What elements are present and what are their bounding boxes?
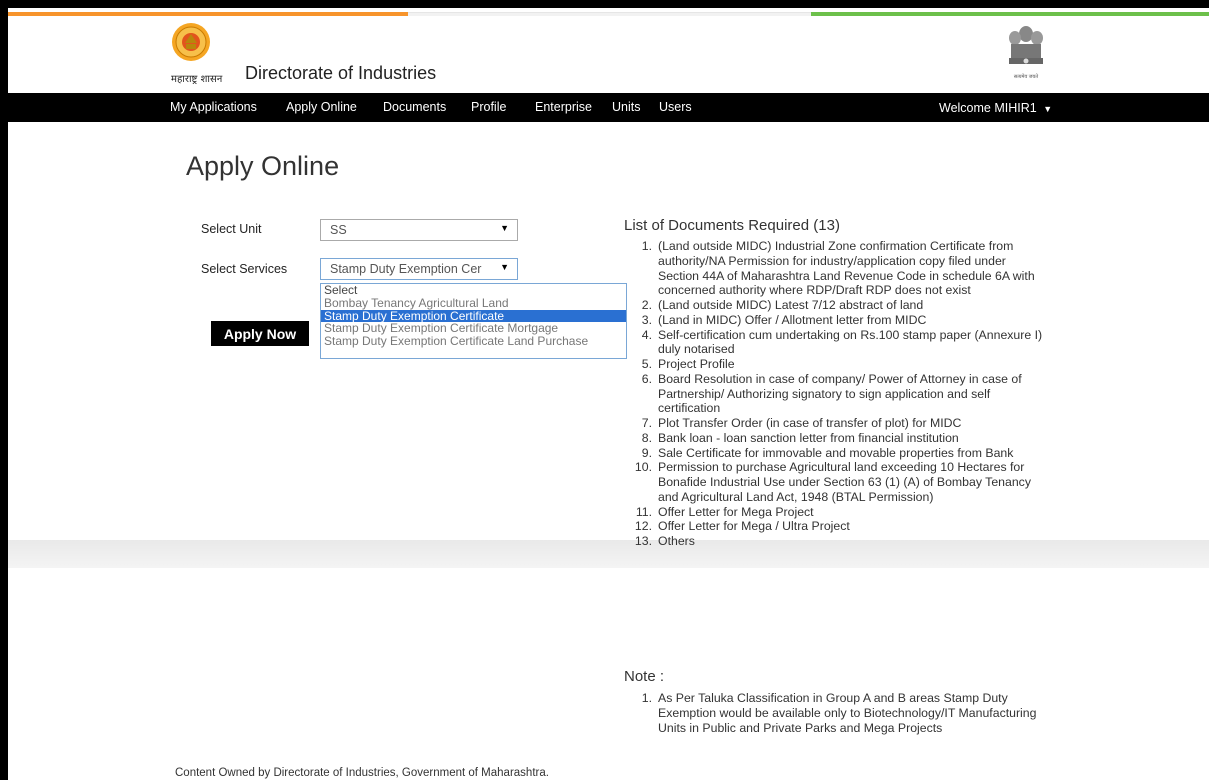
- document-item-text: Bank loan - loan sanction letter from fi…: [658, 430, 959, 445]
- document-item-text: Plot Transfer Order (in case of transfer…: [658, 416, 962, 430]
- welcome-label: Welcome MIHIR1: [939, 101, 1037, 115]
- services-option-select[interactable]: Select: [321, 284, 626, 297]
- document-item-text: (Land outside MIDC) Industrial Zone conf…: [658, 239, 1035, 298]
- document-item-number: 7.: [641, 416, 652, 430]
- unit-select-value: SS: [330, 223, 347, 237]
- document-item-text: Offer Letter for Mega / Ultra Project: [658, 519, 850, 534]
- document-item-number: 11.: [635, 504, 652, 519]
- maharashtra-seal-icon: [172, 23, 210, 61]
- document-item-number: 2.: [641, 298, 652, 312]
- document-item-number: 10.: [634, 460, 652, 475]
- services-option-stamp-duty-land-purchase[interactable]: Stamp Duty Exemption Certificate Land Pu…: [321, 335, 626, 348]
- document-item: 12. Offer Letter for Mega / Ultra Project: [624, 519, 1044, 534]
- note-heading: Note :: [624, 668, 665, 685]
- document-item-number: 5.: [641, 357, 652, 371]
- document-item-number: 13.: [634, 534, 652, 548]
- document-item-number: 8.: [641, 430, 652, 445]
- document-item-text: Project Profile: [658, 357, 735, 371]
- select-unit-label: Select Unit: [201, 222, 262, 236]
- caret-down-icon: ▼: [1043, 104, 1053, 114]
- user-menu[interactable]: Welcome MIHIR1 ▼: [939, 101, 1052, 115]
- emblem-caption: सत्यमेव जयते: [1013, 74, 1039, 80]
- dropdown-arrow-icon: ▼: [500, 262, 509, 272]
- nav-enterprise[interactable]: Enterprise: [535, 100, 592, 114]
- documents-heading: List of Documents Required (13): [624, 217, 840, 234]
- footer-text: Content Owned by Directorate of Industri…: [175, 767, 549, 779]
- nav-apply-online[interactable]: Apply Online: [286, 100, 357, 114]
- document-item-number: 6.: [641, 371, 652, 386]
- nav-my-applications[interactable]: My Applications: [170, 100, 257, 114]
- services-select[interactable]: Stamp Duty Exemption Cer ▼: [320, 258, 518, 280]
- document-item: 7. Plot Transfer Order (in case of transf…: [624, 416, 1044, 431]
- document-item-text: (Land outside MIDC) Latest 7/12 abstract…: [658, 298, 924, 312]
- document-item-number: 3.: [641, 312, 652, 327]
- document-item-number: 9.: [641, 445, 652, 460]
- document-item: 9. Sale Certificate for immovable and mov…: [624, 446, 1044, 461]
- document-item-text: Others: [658, 534, 695, 548]
- document-item: 8. Bank loan - loan sanction letter from …: [624, 431, 1044, 446]
- documents-list: 1. (Land outside MIDC) Industrial Zone co…: [624, 239, 1044, 549]
- apply-now-button[interactable]: Apply Now: [211, 321, 309, 346]
- services-select-value: Stamp Duty Exemption Cer: [330, 262, 482, 276]
- site-title[interactable]: Directorate of Industries: [245, 63, 436, 84]
- nav-documents[interactable]: Documents: [383, 100, 446, 114]
- document-item-text: Self-certification cum undertaking on Rs…: [658, 327, 1043, 357]
- select-services-label: Select Services: [201, 262, 288, 276]
- document-item: 10. Permission to purchase Agricultural l…: [624, 460, 1044, 504]
- top-navbar: My Applications Apply Online Documents P…: [8, 93, 1209, 122]
- unit-select[interactable]: SS ▼: [320, 219, 518, 241]
- tricolor-bar: [8, 8, 1209, 16]
- page-title: Apply Online: [186, 151, 340, 181]
- document-item-text: Offer Letter for Mega Project: [658, 504, 814, 519]
- page: महाराष्ट्र शासन Directorate of Industrie…: [8, 8, 1209, 780]
- document-item-number: 1.: [641, 239, 652, 253]
- nav-units[interactable]: Units: [612, 100, 640, 114]
- note-item-number: 1.: [641, 691, 652, 705]
- document-item: 3. (Land in MIDC) Offer / Allotment lette…: [624, 313, 1044, 328]
- note-item-text: As Per Taluka Classification in Group A …: [658, 691, 1037, 735]
- document-item-number: 4.: [641, 327, 652, 342]
- document-item-text: (Land in MIDC) Offer / Allotment letter …: [658, 312, 927, 327]
- document-item: 5. Project Profile: [624, 357, 1044, 372]
- document-item-text: Permission to purchase Agricultural land…: [658, 460, 1031, 504]
- document-item: 13. Others: [624, 534, 1044, 549]
- document-item-text: Board Resolution in case of company/ Pow…: [658, 371, 1022, 416]
- state-label: महाराष्ट्र शासन: [171, 74, 223, 85]
- document-item: 2. (Land outside MIDC) Latest 7/12 abstra…: [624, 298, 1044, 313]
- document-item: 4. Self-certification cum undertaking on …: [624, 328, 1044, 358]
- national-emblem-icon: [1009, 26, 1043, 64]
- document-item-number: 12.: [634, 519, 652, 534]
- document-item: 11. Offer Letter for Mega Project: [624, 505, 1044, 520]
- nav-users[interactable]: Users: [659, 100, 692, 114]
- nav-profile[interactable]: Profile: [471, 100, 506, 114]
- document-item-text: Sale Certificate for immovable and movab…: [658, 445, 1014, 460]
- dropdown-arrow-icon: ▼: [500, 223, 509, 233]
- services-dropdown-list: Select Bombay Tenancy Agricultural Land …: [320, 283, 627, 359]
- note-list: 1. As Per Taluka Classification in Group …: [624, 691, 1044, 735]
- services-option-bombay-tenancy[interactable]: Bombay Tenancy Agricultural Land: [321, 296, 626, 310]
- note-item: 1. As Per Taluka Classification in Group …: [624, 691, 1044, 735]
- document-item: 6. Board Resolution in case of company/ P…: [624, 372, 1044, 416]
- document-item: 1. (Land outside MIDC) Industrial Zone co…: [624, 239, 1044, 298]
